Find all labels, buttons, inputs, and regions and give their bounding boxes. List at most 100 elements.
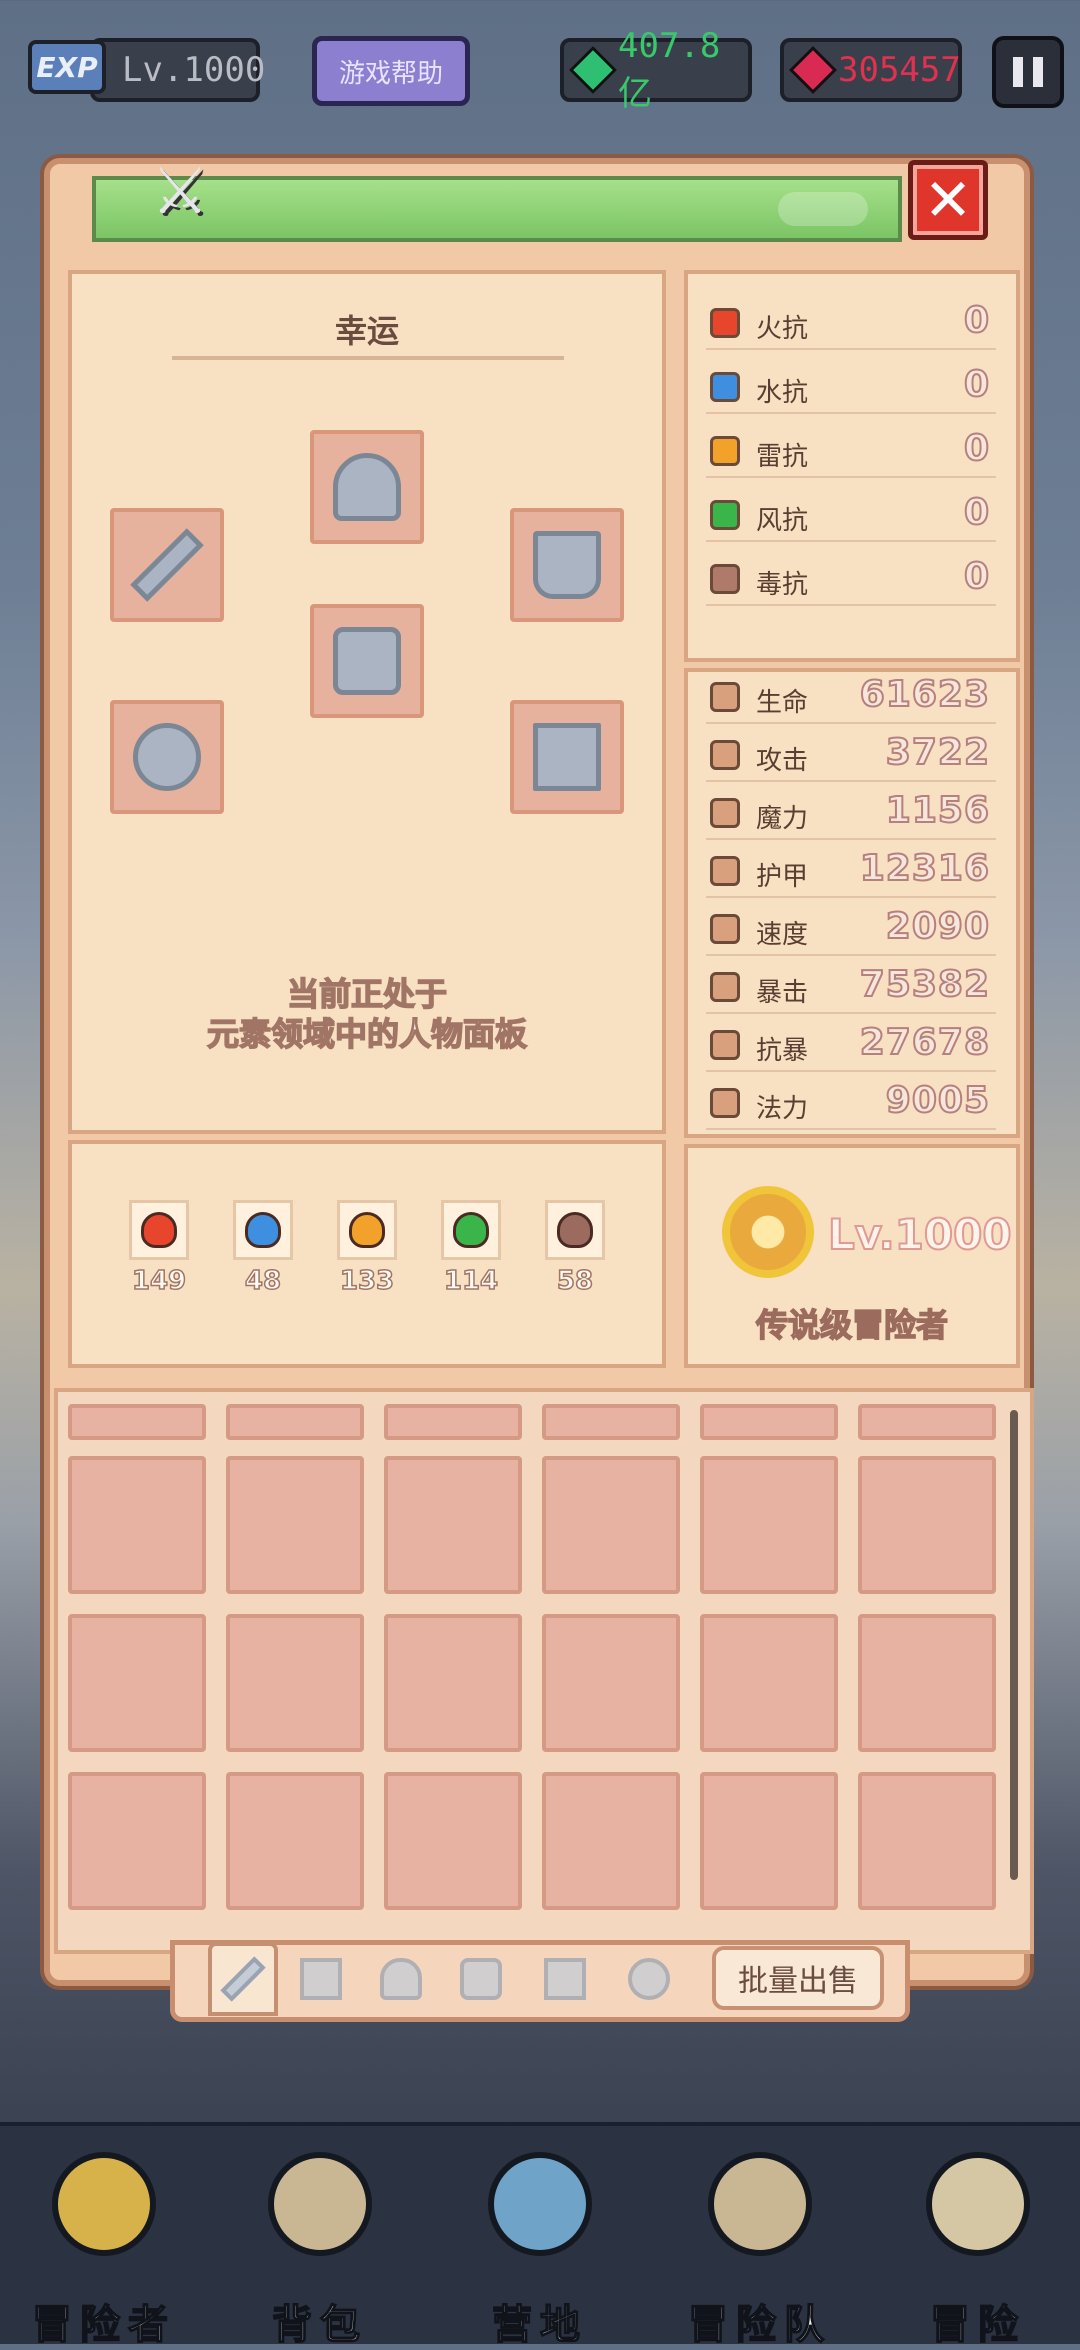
green-currency: 407.8亿 [560, 26, 752, 114]
element-value: 133 [339, 1265, 395, 1297]
staff-icon [710, 798, 740, 828]
resistance-row: 水抗 0 [706, 363, 996, 414]
inventory-slot[interactable] [858, 1404, 996, 1440]
helmet-slot[interactable] [310, 430, 424, 544]
element-1: 48 [230, 1200, 296, 1297]
element-4: 58 [542, 1200, 608, 1297]
wind-element-icon [441, 1200, 501, 1260]
inventory-slot[interactable] [226, 1772, 364, 1910]
ring-icon [133, 723, 201, 791]
inventory-slot[interactable] [226, 1456, 364, 1594]
emerald-icon [568, 45, 618, 95]
stat-row: 速度 2090 [706, 905, 996, 956]
stat-row: 魔力 1156 [706, 789, 996, 840]
inventory-slot[interactable] [226, 1404, 364, 1440]
inventory-slot[interactable] [542, 1404, 680, 1440]
inventory-slot[interactable] [542, 1772, 680, 1910]
inventory-slot[interactable] [542, 1456, 680, 1594]
skull-element-icon [545, 1200, 605, 1260]
red-currency-value: 305457 [838, 50, 961, 90]
tab-ring[interactable] [620, 1950, 678, 2008]
ring-slot[interactable] [110, 700, 224, 814]
sword-tab-icon [220, 1956, 266, 2002]
inventory-slot[interactable] [226, 1614, 364, 1752]
armor-icon [710, 856, 740, 886]
water-icon [710, 372, 740, 402]
green-currency-value: 407.8亿 [618, 25, 721, 114]
inventory-slot[interactable] [384, 1614, 522, 1752]
red-currency: 305457 [780, 38, 962, 102]
inventory-slot[interactable] [858, 1614, 996, 1752]
helmet-tab-icon [380, 1958, 422, 2000]
inventory-slot[interactable] [700, 1614, 838, 1752]
element-value: 58 [556, 1265, 594, 1297]
inventory-slot[interactable] [68, 1614, 206, 1752]
player-level: Lv.1000 [90, 38, 265, 102]
stat-label: 暴击 [756, 978, 809, 1008]
inventory-slot[interactable] [542, 1614, 680, 1752]
pants-slot[interactable] [510, 700, 624, 814]
tab-shield[interactable] [292, 1950, 350, 2008]
stat-label: 魔力 [756, 804, 809, 834]
player-level-text: Lv.1000 [122, 50, 266, 90]
shield-slot[interactable] [510, 508, 624, 622]
nav-item-3[interactable]: 冒险队 [660, 2140, 860, 2349]
nav-item-0[interactable]: 冒险者 [4, 2140, 204, 2349]
game-help-button[interactable]: 游戏帮助 [312, 36, 470, 106]
inventory-slot[interactable] [700, 1772, 838, 1910]
bulk-sell-button[interactable]: 批量出售 [712, 1946, 884, 2010]
armor-tab-icon [460, 1958, 502, 2000]
tab-helmet[interactable] [372, 1950, 430, 2008]
armor-slot[interactable] [310, 604, 424, 718]
inventory-slot[interactable] [68, 1456, 206, 1594]
poison-icon [710, 564, 740, 594]
inventory-slot[interactable] [384, 1772, 522, 1910]
inventory-slot[interactable] [68, 1404, 206, 1440]
book-icon [708, 2152, 812, 2256]
stat-row: 抗暴 27678 [706, 1021, 996, 1072]
stat-row: 攻击 3722 [706, 731, 996, 782]
inventory-scrollbar[interactable] [1010, 1410, 1018, 1880]
inventory-slot[interactable] [700, 1404, 838, 1440]
stat-row: 法力 9005 [706, 1079, 996, 1130]
backpack-icon [268, 2152, 372, 2256]
inventory-slot[interactable] [68, 1772, 206, 1910]
stat-row: 生命 61623 [706, 673, 996, 724]
weapon-slot[interactable] [110, 508, 224, 622]
fire-element-icon [129, 1200, 189, 1260]
stat-row: 暴击 75382 [706, 963, 996, 1014]
title-divider [172, 356, 564, 360]
tab-armor[interactable] [452, 1950, 510, 2008]
stat-value: 9005 [885, 1079, 990, 1122]
water-element-icon [233, 1200, 293, 1260]
nav-item-2[interactable]: 营地 [440, 2140, 640, 2349]
inventory-slot[interactable] [858, 1772, 996, 1910]
tab-weapon[interactable] [208, 1942, 278, 2016]
notice-line-2: 元素领域中的人物面板 [206, 1014, 528, 1054]
element-2: 133 [334, 1200, 400, 1297]
element-value: 149 [131, 1265, 187, 1297]
helmet-icon [52, 2152, 156, 2256]
helmet-icon [333, 453, 401, 521]
nav-item-1[interactable]: 背包 [220, 2140, 420, 2349]
stat-label: 法力 [756, 1094, 809, 1124]
resistance-value: 0 [963, 363, 990, 406]
pause-button[interactable] [992, 36, 1064, 108]
inventory-slot[interactable] [384, 1456, 522, 1594]
resistance-label: 水抗 [756, 378, 809, 408]
ring-tab-icon [628, 1958, 670, 2000]
resistance-row: 风抗 0 [706, 491, 996, 542]
sword-icon [710, 740, 740, 770]
tab-pants[interactable] [536, 1950, 594, 2008]
inventory-slot[interactable] [858, 1456, 996, 1594]
resistance-value: 0 [963, 299, 990, 342]
stat-label: 速度 [756, 920, 809, 950]
close-button[interactable]: ✕ [908, 160, 988, 240]
exp-badge: EXP [28, 40, 106, 94]
stat-label: 护甲 [756, 862, 809, 892]
stat-value: 2090 [885, 905, 990, 948]
element-0: 149 [126, 1200, 192, 1297]
inventory-slot[interactable] [384, 1404, 522, 1440]
nav-item-4[interactable]: 冒险 [878, 2140, 1078, 2349]
inventory-slot[interactable] [700, 1456, 838, 1594]
